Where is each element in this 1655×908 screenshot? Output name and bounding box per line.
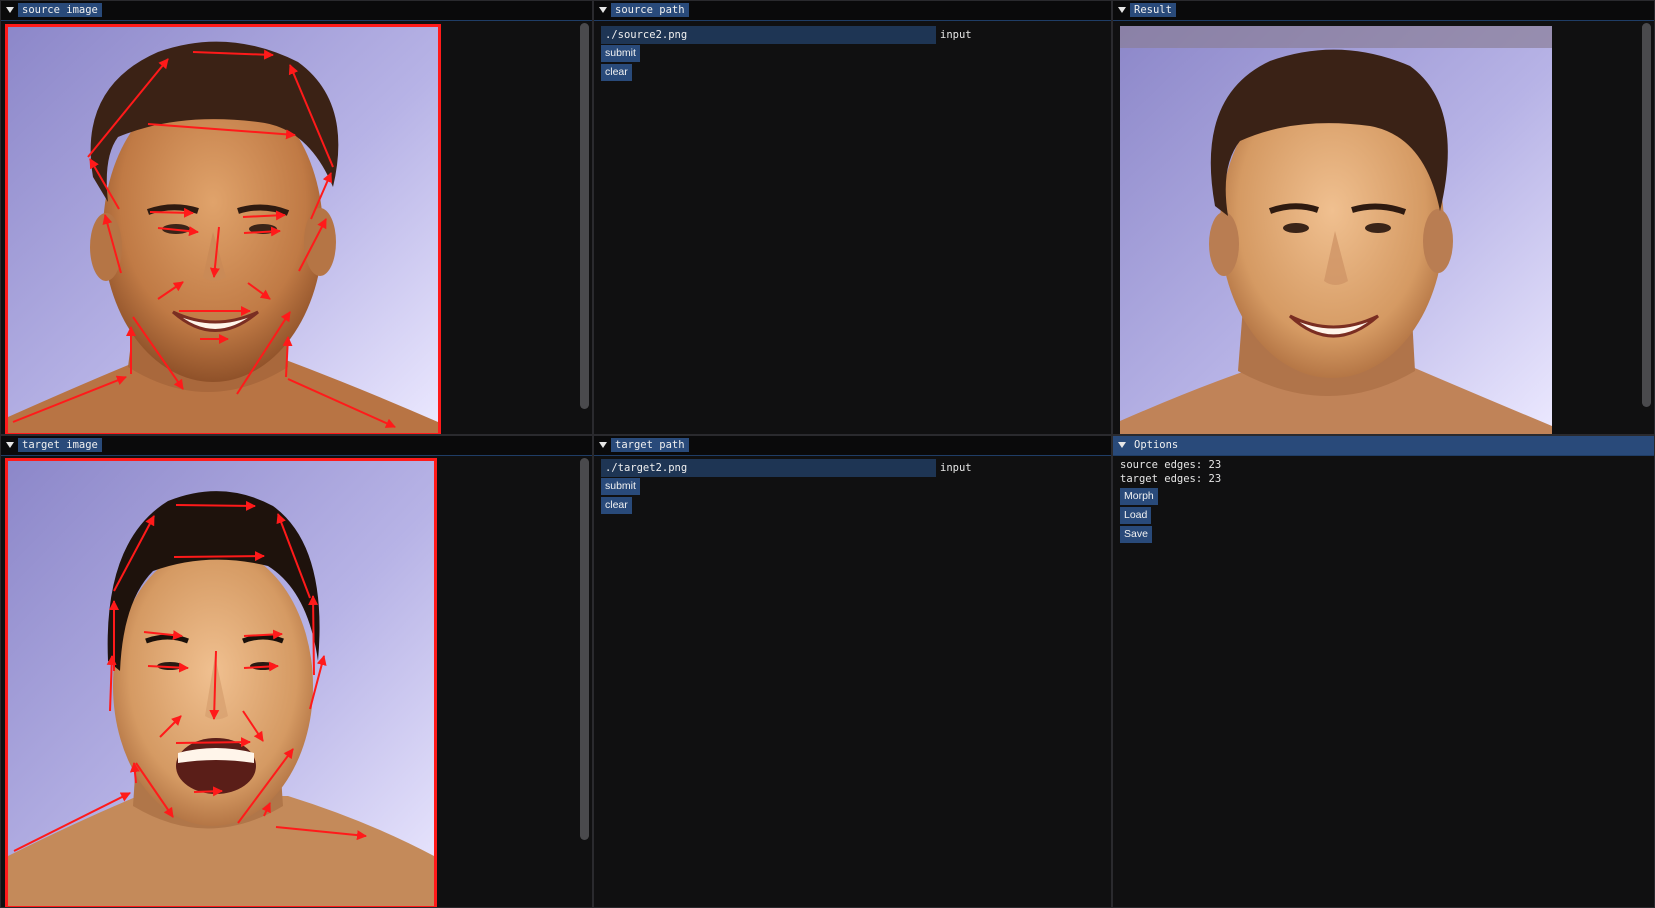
target-path-titlebar[interactable]: target path [594, 436, 1111, 456]
options-titlebar[interactable]: Options [1113, 436, 1654, 456]
source-image-panel: source image [0, 0, 593, 435]
save-button[interactable]: Save [1120, 526, 1152, 543]
source-path-titlebar[interactable]: source path [594, 1, 1111, 21]
source-path-input[interactable]: ./source2.png [601, 26, 936, 44]
panel-title: source image [18, 3, 102, 17]
scroll-thumb[interactable] [580, 23, 589, 409]
target-image-panel: target image [0, 435, 593, 908]
input-label: input [940, 29, 972, 41]
source-path-panel: source path ./source2.png input submit c… [593, 0, 1112, 435]
scroll-thumb[interactable] [1642, 23, 1651, 407]
input-label: input [940, 462, 972, 474]
triangle-down-icon[interactable] [5, 5, 15, 15]
morph-button[interactable]: Morph [1120, 488, 1158, 505]
result-morph-image[interactable] [1120, 26, 1552, 434]
target-path-input[interactable]: ./target2.png [601, 459, 936, 477]
clear-button[interactable]: clear [601, 64, 632, 81]
result-panel: Result [1112, 0, 1655, 435]
source-image-titlebar[interactable]: source image [1, 1, 592, 21]
scrollbar[interactable] [1642, 23, 1651, 407]
scrollbar[interactable] [580, 458, 589, 840]
triangle-down-icon[interactable] [5, 440, 15, 450]
triangle-down-icon[interactable] [598, 440, 608, 450]
target-edges-count: target edges: 23 [1120, 473, 1222, 485]
scrollbar[interactable] [580, 23, 589, 409]
source-face-image[interactable] [5, 24, 441, 434]
options-panel: Options source edges: 23 target edges: 2… [1112, 435, 1655, 908]
panel-title: target image [18, 438, 102, 452]
target-face-image[interactable] [5, 458, 437, 907]
panel-title: target path [611, 438, 689, 452]
panel-title: Result [1130, 3, 1176, 17]
submit-button[interactable]: submit [601, 478, 640, 495]
target-image-titlebar[interactable]: target image [1, 436, 592, 456]
submit-button[interactable]: submit [601, 45, 640, 62]
clear-button[interactable]: clear [601, 497, 632, 514]
triangle-down-icon[interactable] [598, 5, 608, 15]
triangle-down-icon[interactable] [1117, 440, 1127, 450]
panel-title: source path [611, 3, 689, 17]
panel-title: Options [1134, 439, 1179, 451]
load-button[interactable]: Load [1120, 507, 1152, 524]
target-path-panel: target path ./target2.png input submit c… [593, 435, 1112, 908]
source-edges-count: source edges: 23 [1120, 459, 1222, 471]
result-titlebar[interactable]: Result [1113, 1, 1654, 21]
scroll-thumb[interactable] [580, 458, 589, 840]
triangle-down-icon[interactable] [1117, 5, 1127, 15]
